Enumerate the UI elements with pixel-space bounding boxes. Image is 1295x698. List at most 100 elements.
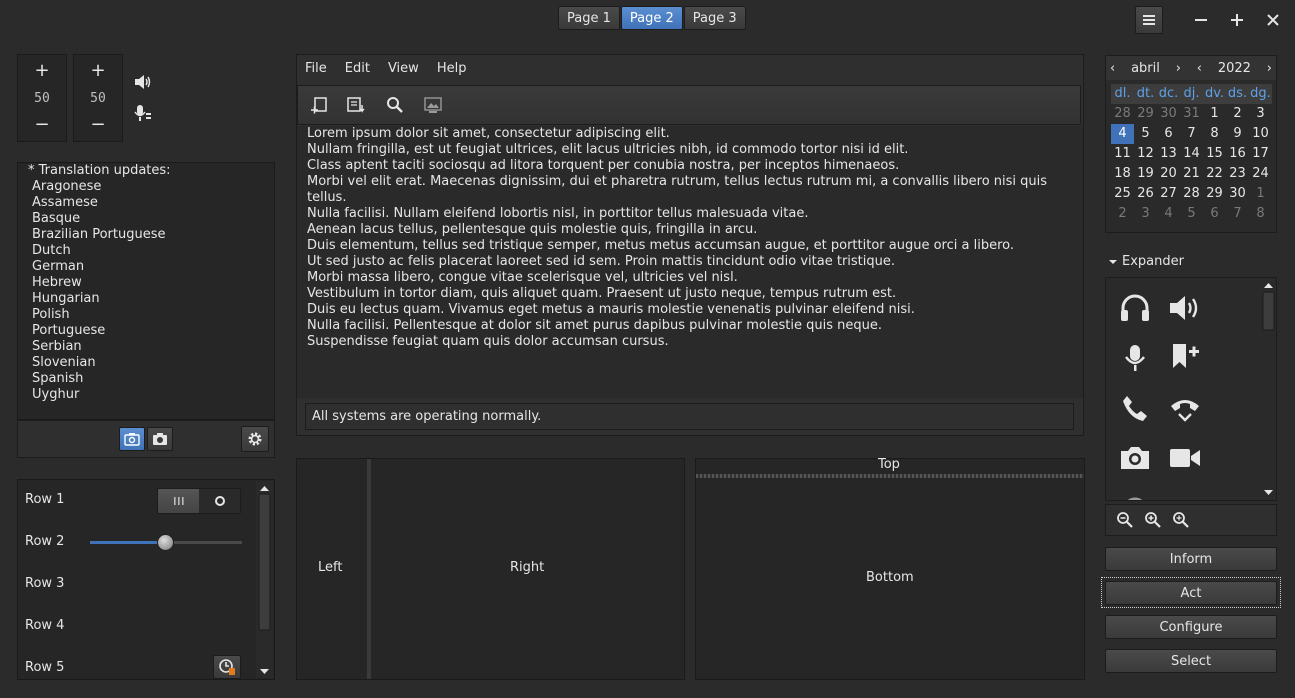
spinner-2-value[interactable]: 50 [90,91,106,106]
calendar-day[interactable]: 22 [1203,164,1226,184]
calendar-day[interactable]: 25 [1111,184,1134,204]
list-item[interactable]: Uyghur [28,387,274,403]
zoom-out-button[interactable] [1116,511,1134,529]
spinner-1-value[interactable]: 50 [34,91,50,106]
calendar-day[interactable]: 13 [1157,144,1180,164]
calendar-day[interactable]: 8 [1249,204,1272,224]
expander-header[interactable]: Expander [1108,254,1184,269]
camera-photo-icon[interactable] [1117,440,1153,476]
spinner-1-minus[interactable]: − [34,115,49,135]
list-item[interactable]: Assamese [28,195,274,211]
text-view[interactable]: Lorem ipsum dolor sit amet, consectetur … [297,126,1083,398]
phone-icon[interactable] [1117,390,1153,426]
list-item[interactable]: Basque [28,211,274,227]
calendar-day[interactable]: 24 [1249,164,1272,184]
calendar-day[interactable]: 8 [1203,124,1226,144]
menu-file[interactable]: File [305,61,327,76]
search-button[interactable] [382,92,408,118]
camera-button[interactable] [147,427,173,451]
bookmark-add-icon[interactable] [1167,338,1203,374]
calendar-day[interactable]: 23 [1226,164,1249,184]
list-item[interactable]: German [28,259,274,275]
spinner-1-plus[interactable]: + [34,61,49,81]
close-button[interactable] [1261,8,1285,32]
calendar-day[interactable]: 27 [1157,184,1180,204]
calendar-day[interactable]: 18 [1111,164,1134,184]
list-item[interactable]: Portuguese [28,323,274,339]
list-item[interactable]: Dutch [28,243,274,259]
paned-handle-vertical[interactable] [367,459,371,679]
calendar-day[interactable]: 10 [1249,124,1272,144]
calendar-day[interactable]: 15 [1203,144,1226,164]
insert-image-button[interactable] [420,92,446,118]
prev-year-button[interactable]: ‹ [1197,61,1202,76]
row-1-switch[interactable] [157,488,241,514]
list-item[interactable]: Serbian [28,339,274,355]
select-button[interactable]: Select [1105,649,1277,673]
calendar-day[interactable]: 3 [1249,104,1272,124]
calendar-day[interactable]: 7 [1180,124,1203,144]
paned-handle-horizontal[interactable] [696,474,1084,478]
calendar-day[interactable]: 26 [1134,184,1157,204]
maximize-button[interactable] [1225,8,1249,32]
new-document-button[interactable] [306,92,332,118]
calendar-day[interactable]: 6 [1157,124,1180,144]
calendar-day[interactable]: 1 [1203,104,1226,124]
speaker-volume-icon[interactable] [1167,290,1203,326]
volume-icon[interactable] [134,74,152,90]
menu-edit[interactable]: Edit [345,61,370,76]
calendar-day[interactable]: 30 [1226,184,1249,204]
calendar-day[interactable]: 16 [1226,144,1249,164]
calendar-day[interactable]: 2 [1111,204,1134,224]
list-item[interactable]: Spanish [28,371,274,387]
row-5-alarm-button[interactable] [213,655,241,679]
import-button[interactable] [344,92,370,118]
calendar-day[interactable]: 21 [1180,164,1203,184]
calendar-day[interactable]: 12 [1134,144,1157,164]
calendar-day[interactable]: 1 [1249,184,1272,204]
calendar-day[interactable]: 5 [1180,204,1203,224]
phone-hangup-icon[interactable] [1167,390,1203,426]
minimize-button[interactable] [1189,8,1213,32]
calendar-day[interactable]: 29 [1134,104,1157,124]
translation-list[interactable]: * Translation updates: Aragonese Assamese… [17,162,275,420]
screenshot-mode-button[interactable] [119,427,145,451]
tab-page-2[interactable]: Page 2 [620,6,683,30]
rows-scrollbar[interactable] [256,481,273,678]
calendar-day[interactable]: 3 [1134,204,1157,224]
list-item[interactable]: Aragonese [28,179,274,195]
list-item[interactable]: Hebrew [28,275,274,291]
spinner-2-minus[interactable]: − [90,115,105,135]
headphones-icon[interactable] [1117,290,1153,326]
zoom-fit-button[interactable] [1172,511,1190,529]
list-item[interactable]: Slovenian [28,355,274,371]
calendar-day[interactable]: 30 [1157,104,1180,124]
calendar-day[interactable]: 6 [1203,204,1226,224]
next-month-button[interactable]: › [1176,61,1181,76]
calendar-day[interactable]: 31 [1180,104,1203,124]
calendar-day[interactable]: 28 [1180,184,1203,204]
prev-month-button[interactable]: ‹ [1110,61,1115,76]
icon-view-scrollbar[interactable] [1260,278,1276,500]
list-item[interactable]: Polish [28,307,274,323]
calendar-day[interactable]: 2 [1226,104,1249,124]
menu-view[interactable]: View [388,61,419,76]
next-year-button[interactable]: › [1267,61,1272,76]
list-item[interactable]: Hungarian [28,291,274,307]
calendar-day[interactable]: 28 [1111,104,1134,124]
spinner-2-plus[interactable]: + [90,61,105,81]
menu-help[interactable]: Help [437,61,467,76]
calendar-day[interactable]: 11 [1111,144,1134,164]
calendar-day[interactable]: 9 [1226,124,1249,144]
hamburger-menu-button[interactable] [1135,6,1163,34]
calendar-day[interactable]: 20 [1157,164,1180,184]
calendar-day[interactable]: 14 [1180,144,1203,164]
settings-button[interactable] [241,426,269,452]
calendar-day[interactable]: 19 [1134,164,1157,184]
icon-view[interactable] [1105,277,1277,501]
calendar-day[interactable]: 7 [1226,204,1249,224]
inform-button[interactable]: Inform [1105,547,1277,571]
video-camera-icon[interactable] [1167,440,1203,476]
calendar-day[interactable]: 17 [1249,144,1272,164]
act-button[interactable]: Act [1105,581,1277,605]
